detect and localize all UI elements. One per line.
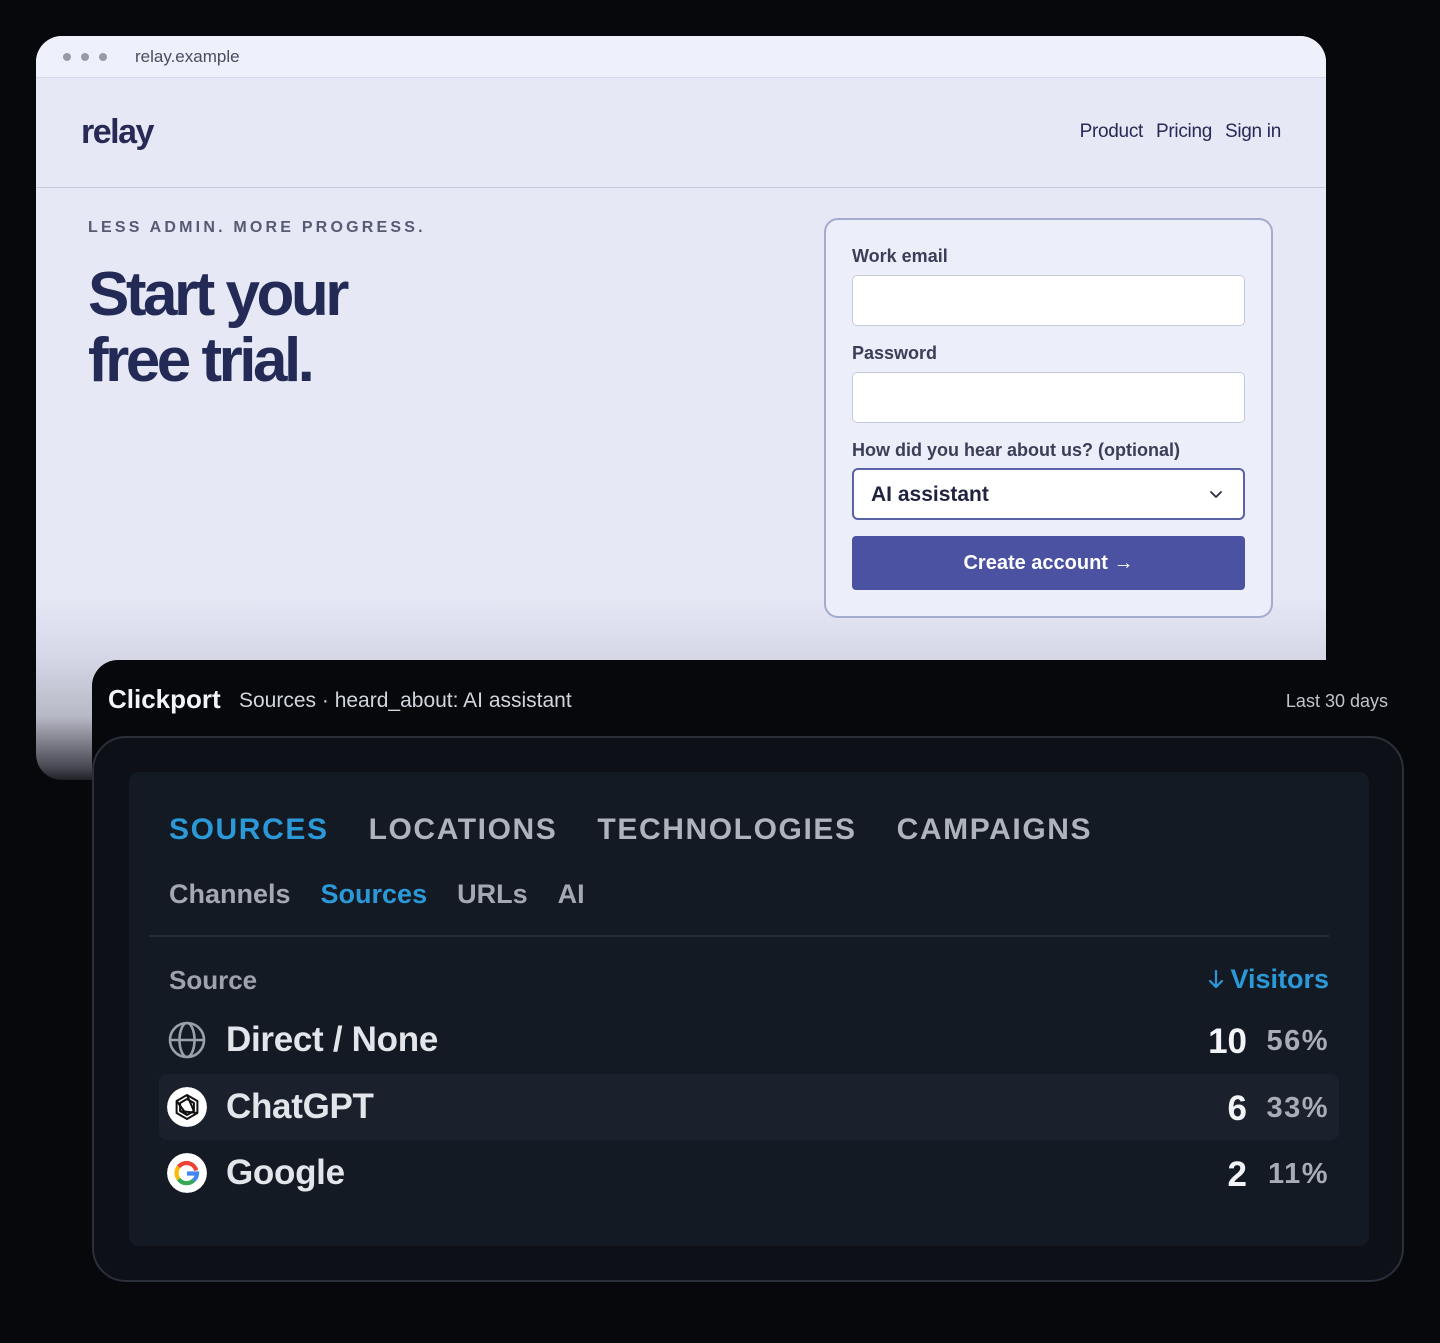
chevron-down-icon <box>1210 491 1222 498</box>
column-header-source: Source <box>169 965 258 995</box>
hero-title-line: free trial. <box>88 326 315 395</box>
sub-tabs: Channels Sources URLs AI <box>169 878 585 910</box>
date-range[interactable]: Last 30 days <box>1286 690 1388 712</box>
app-brand: Clickport <box>108 684 221 714</box>
column-header-visitors-label: Visitors <box>1230 964 1329 994</box>
table-row[interactable]: Google 2 11% <box>159 1140 1339 1206</box>
analytics-panel: Clickport Sources · heard_about: AI assi… <box>92 660 1404 1290</box>
visitor-percent: 11% <box>1268 1158 1329 1190</box>
window-dot-icon[interactable] <box>99 53 107 61</box>
nav-link-pricing[interactable]: Pricing <box>1156 120 1212 144</box>
table-row[interactable]: Direct / None 10 56% <box>159 1007 1339 1073</box>
visitor-count: 10 <box>1208 1022 1247 1061</box>
source-select-value: AI assistant <box>871 483 989 506</box>
sources-card: SOURCES LOCATIONS TECHNOLOGIES CAMPAIGNS… <box>129 772 1369 1246</box>
sort-arrow-down-icon <box>1209 969 1224 989</box>
password-label: Password <box>852 343 938 363</box>
chatgpt-icon <box>167 1087 207 1127</box>
main-tabs: SOURCES LOCATIONS TECHNOLOGIES CAMPAIGNS <box>169 812 1092 848</box>
email-label: Work email <box>852 246 948 266</box>
source-name: Google <box>226 1153 345 1192</box>
globe-icon <box>168 1021 206 1059</box>
source-name: ChatGPT <box>226 1087 374 1126</box>
column-header-visitors[interactable]: Visitors <box>1208 962 1329 996</box>
visitor-count: 6 <box>1227 1089 1247 1128</box>
site-logo[interactable]: relay <box>81 110 154 154</box>
site-nav: Product Pricing Sign in <box>1080 120 1282 144</box>
tab-campaigns[interactable]: CAMPAIGNS <box>897 812 1093 848</box>
hero-title-line: Start your <box>88 260 349 329</box>
signup-form: Work email Password How did you hear abo… <box>824 218 1273 618</box>
visitor-count: 2 <box>1227 1155 1247 1194</box>
hero-eyebrow: LESS ADMIN. MORE PROGRESS. <box>88 219 426 236</box>
tab-technologies[interactable]: TECHNOLOGIES <box>597 812 856 848</box>
address-bar[interactable]: relay.example <box>135 46 240 68</box>
source-select[interactable]: AI assistant <box>852 468 1245 520</box>
visitor-percent: 56% <box>1266 1025 1329 1057</box>
google-icon <box>167 1153 207 1193</box>
create-account-button[interactable]: Create account → <box>852 536 1245 590</box>
password-field[interactable] <box>852 372 1245 423</box>
nav-link-sign-in[interactable]: Sign in <box>1225 120 1281 144</box>
subtab-urls[interactable]: URLs <box>457 878 528 910</box>
window-dot-icon[interactable] <box>63 53 71 61</box>
tab-locations[interactable]: LOCATIONS <box>369 812 558 848</box>
divider <box>149 935 1329 937</box>
table-row[interactable]: ChatGPT 6 33% <box>159 1074 1339 1140</box>
browser-toolbar: relay.example <box>36 36 1326 78</box>
hero-title: Start your free trial. <box>88 260 349 395</box>
subtab-ai[interactable]: AI <box>558 878 585 910</box>
sources-card-frame: SOURCES LOCATIONS TECHNOLOGIES CAMPAIGNS… <box>92 736 1404 1282</box>
subtab-sources[interactable]: Sources <box>321 878 428 910</box>
visitor-percent: 33% <box>1266 1092 1329 1124</box>
email-field[interactable] <box>852 275 1245 326</box>
breadcrumb: Sources · heard_about: AI assistant <box>239 689 572 712</box>
window-dot-icon[interactable] <box>81 53 89 61</box>
nav-link-product[interactable]: Product <box>1080 120 1144 144</box>
tab-sources[interactable]: SOURCES <box>169 812 329 848</box>
source-label: How did you hear about us? (optional) <box>852 440 1180 460</box>
subtab-channels[interactable]: Channels <box>169 878 291 910</box>
source-name: Direct / None <box>226 1020 438 1059</box>
